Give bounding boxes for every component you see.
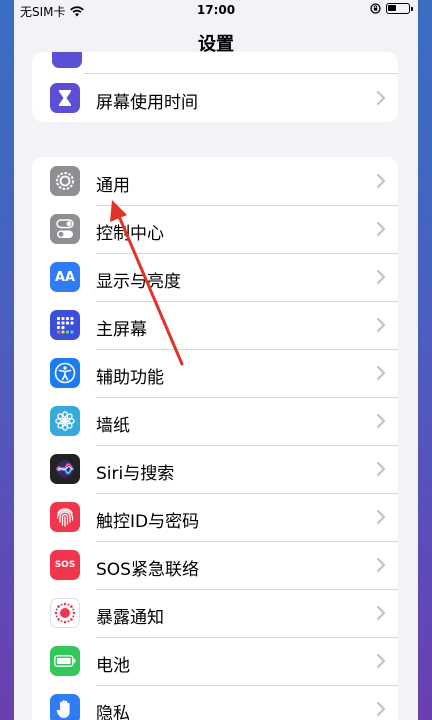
row-label: 电池 <box>96 656 130 676</box>
chevron-right-icon <box>376 221 386 237</box>
grid-icon <box>50 310 80 340</box>
purple-app-icon <box>52 52 82 68</box>
toggles-icon <box>50 214 80 244</box>
gear-icon <box>50 166 80 196</box>
settings-group-general: 通用 控制中心 AA 显示与亮度 主屏幕 辅助功能 墙纸 Siri与搜索 触控I… <box>32 157 398 720</box>
settings-row-screen-time[interactable]: 屏幕使用时间 <box>32 74 398 122</box>
settings-row-general[interactable]: 通用 <box>32 157 398 205</box>
row-label: 墙纸 <box>96 416 130 436</box>
row-label: 控制中心 <box>96 224 164 244</box>
chevron-right-icon <box>376 173 386 189</box>
settings-row-battery[interactable]: 电池 <box>32 637 398 685</box>
settings-row-control-center[interactable]: 控制中心 <box>32 205 398 253</box>
settings-row-exposure[interactable]: 暴露通知 <box>32 589 398 637</box>
settings-row-wallpaper[interactable]: 墙纸 <box>32 397 398 445</box>
chevron-right-icon <box>376 605 386 621</box>
settings-row-touch-id[interactable]: 触控ID与密码 <box>32 493 398 541</box>
peek-row <box>52 52 398 74</box>
row-label: 隐私 <box>96 704 130 720</box>
chevron-right-icon <box>376 557 386 573</box>
exposure-icon <box>50 598 80 628</box>
chevron-right-icon <box>376 653 386 669</box>
settings-row-display[interactable]: AA 显示与亮度 <box>32 253 398 301</box>
chevron-right-icon <box>376 509 386 525</box>
sos-icon: SOS <box>50 550 80 580</box>
row-label: 屏幕使用时间 <box>96 93 198 113</box>
flower-icon <box>50 406 80 436</box>
row-label: 通用 <box>96 176 130 196</box>
status-right <box>370 3 413 14</box>
chevron-right-icon <box>376 461 386 477</box>
settings-group-screen-time: 屏幕使用时间 <box>32 52 398 122</box>
chevron-right-icon <box>376 413 386 429</box>
settings-row-privacy[interactable]: 隐私 <box>32 685 398 720</box>
battery-icon <box>386 3 413 14</box>
chevron-right-icon <box>376 90 386 106</box>
chevron-right-icon <box>376 701 386 717</box>
row-label: 辅助功能 <box>96 368 164 388</box>
settings-row-home-screen[interactable]: 主屏幕 <box>32 301 398 349</box>
aa-icon: AA <box>50 262 80 292</box>
row-label: 暴露通知 <box>96 608 164 628</box>
fingerprint-icon <box>50 502 80 532</box>
settings-row-accessibility[interactable]: 辅助功能 <box>32 349 398 397</box>
chevron-right-icon <box>376 365 386 381</box>
settings-row-sos[interactable]: SOS SOS紧急联络 <box>32 541 398 589</box>
battery-setting-icon <box>50 646 80 676</box>
hourglass-icon <box>50 83 80 113</box>
row-label: SOS紧急联络 <box>96 560 199 580</box>
status-time: 17:00 <box>196 3 236 17</box>
settings-row-siri[interactable]: Siri与搜索 <box>32 445 398 493</box>
status-bar: 无SIM卡 17:00 <box>14 0 418 22</box>
row-label: 主屏幕 <box>96 320 147 340</box>
hand-icon <box>50 694 80 720</box>
orientation-lock-icon <box>370 3 381 14</box>
accessibility-icon <box>50 358 80 388</box>
row-label: 触控ID与密码 <box>96 512 200 532</box>
row-label: 显示与亮度 <box>96 272 181 292</box>
chevron-right-icon <box>376 269 386 285</box>
siri-icon <box>50 454 80 484</box>
row-label: Siri与搜索 <box>96 464 175 484</box>
settings-screen: 无SIM卡 17:00 设置 屏幕使用时间 通用 控制中心 AA 显示与亮度 主… <box>14 0 418 720</box>
chevron-right-icon <box>376 317 386 333</box>
